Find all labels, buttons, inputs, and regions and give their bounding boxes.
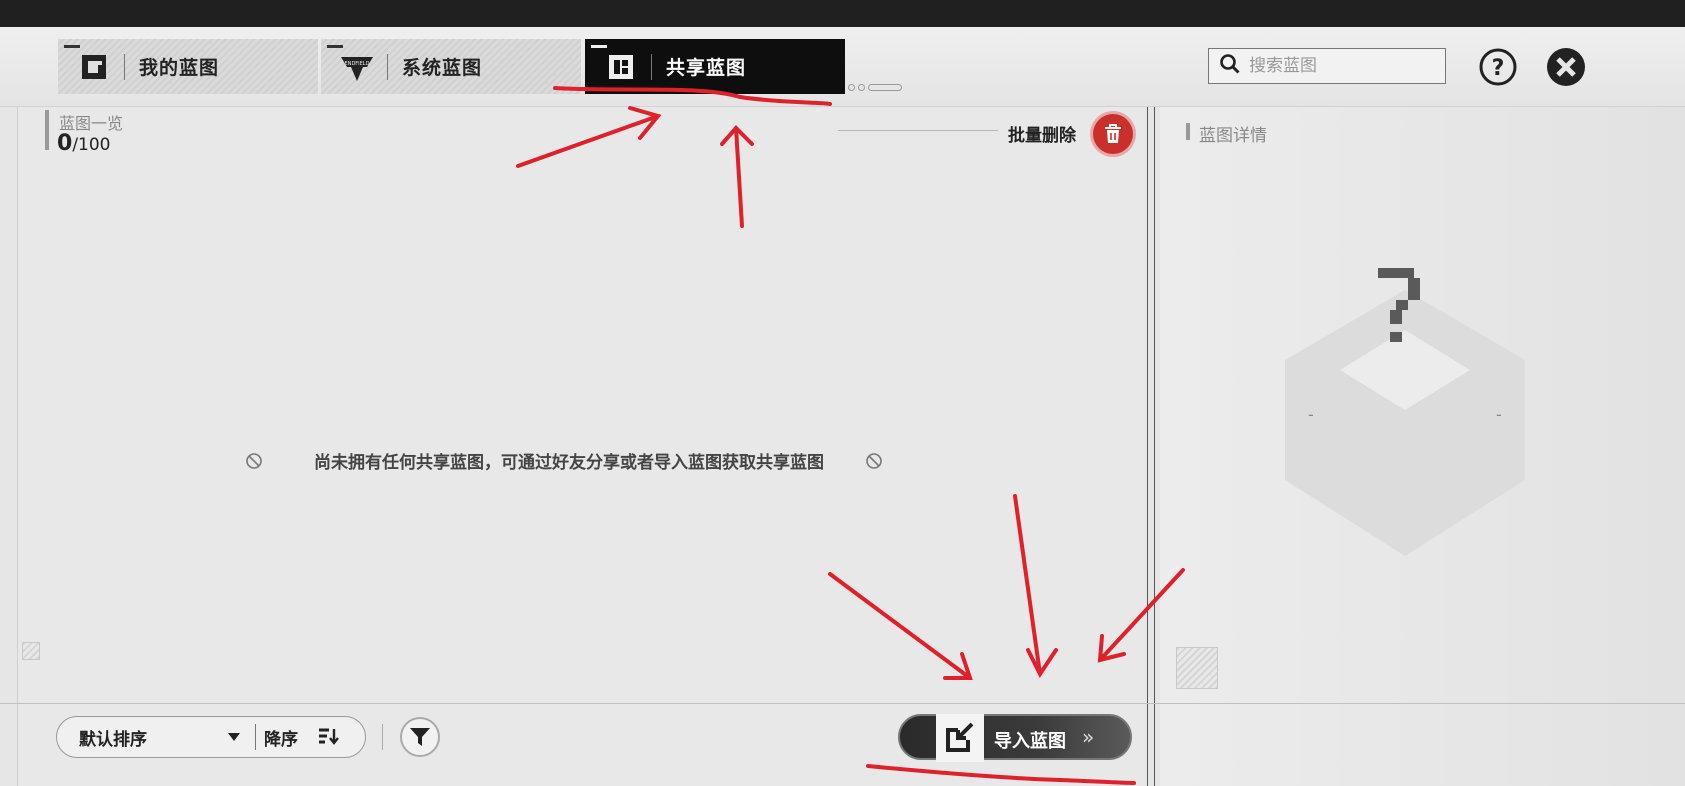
tab-shared-blueprints[interactable]: 共享蓝图 (585, 39, 845, 94)
endfield-logo-icon: ENDFIELD (339, 49, 375, 85)
pager-dot (858, 84, 865, 91)
close-button[interactable] (1546, 47, 1586, 87)
sort-desc-icon (319, 728, 339, 745)
tab-label: 系统蓝图 (402, 57, 483, 79)
caret-down-icon (228, 733, 240, 741)
hatch-decoration (1176, 647, 1218, 689)
list-title-bar (45, 110, 49, 150)
import-icon (936, 714, 984, 762)
toolbar-separator (382, 724, 383, 750)
tab-system-blueprints[interactable]: ENDFIELD 系统蓝图 (321, 39, 581, 94)
bottom-rule (0, 703, 1685, 704)
batch-delete-line (838, 130, 998, 131)
tab-my-blueprints[interactable]: 我的蓝图 (58, 39, 318, 94)
filter-button[interactable] (400, 717, 440, 757)
shared-blueprint-icon (603, 49, 639, 85)
batch-delete-button[interactable] (1093, 114, 1133, 154)
hatch-decoration (22, 642, 40, 660)
import-label: 导入蓝图 (994, 731, 1066, 752)
tab-pager-dots (848, 84, 902, 91)
tab-separator (387, 53, 388, 80)
detail-title: 蓝图详情 (1199, 126, 1267, 146)
empty-message: 尚未拥有任何共享蓝图，可通过好友分享或者导入蓝图获取共享蓝图 (314, 453, 824, 473)
filter-icon (410, 728, 430, 746)
search-icon (1219, 53, 1241, 79)
blueprint-count: 0/100 (57, 131, 111, 156)
tab-corner-mark (64, 45, 80, 48)
pager-dot-active (868, 84, 902, 91)
trash-icon (1105, 124, 1121, 143)
batch-delete-label[interactable]: 批量删除 (1008, 121, 1076, 146)
import-blueprint-button[interactable]: 导入蓝图 » (898, 714, 1132, 762)
sort-order-toggle[interactable]: 降序 (256, 725, 340, 750)
empty-left-icon (246, 452, 262, 469)
tab-label: 我的蓝图 (139, 57, 220, 79)
count-value: 0 (57, 131, 73, 156)
blueprint-list-panel (17, 107, 1145, 786)
count-max: /100 (72, 135, 111, 155)
tab-corner-mark (591, 45, 607, 48)
detail-placeholder-right: - (1496, 405, 1502, 424)
window-top-strip (0, 0, 1685, 27)
tab-separator (124, 53, 125, 80)
empty-state: 尚未拥有任何共享蓝图，可通过好友分享或者导入蓝图获取共享蓝图 (244, 448, 884, 473)
sort-mode-dropdown[interactable]: 默认排序 (57, 717, 255, 757)
pager-dot (848, 84, 855, 91)
my-blueprint-icon (76, 49, 112, 85)
close-icon (1547, 48, 1585, 86)
detail-placeholder-left: - (1308, 405, 1314, 424)
chevron-right-icon: » (1082, 725, 1095, 749)
header-bar: 我的蓝图 ENDFIELD 系统蓝图 共享蓝图 ? (0, 27, 1685, 107)
tab-separator (651, 53, 652, 80)
panel-divider (1147, 107, 1155, 786)
tab-label: 共享蓝图 (666, 57, 747, 79)
svg-text:?: ? (1492, 56, 1505, 81)
search-input[interactable] (1249, 56, 1439, 76)
detail-title-bar (1186, 123, 1190, 140)
search-box[interactable] (1208, 48, 1446, 84)
unknown-blueprint-icon: - - (1285, 268, 1525, 556)
help-icon: ? (1479, 48, 1517, 86)
endfield-logo-text: ENDFIELD (345, 61, 370, 67)
tab-corner-mark (327, 45, 343, 48)
help-button[interactable]: ? (1478, 47, 1518, 87)
empty-right-icon (866, 452, 882, 469)
sort-order-label: 降序 (264, 729, 298, 750)
sort-control: 默认排序 降序 (56, 716, 366, 758)
sort-mode-label: 默认排序 (79, 729, 147, 750)
